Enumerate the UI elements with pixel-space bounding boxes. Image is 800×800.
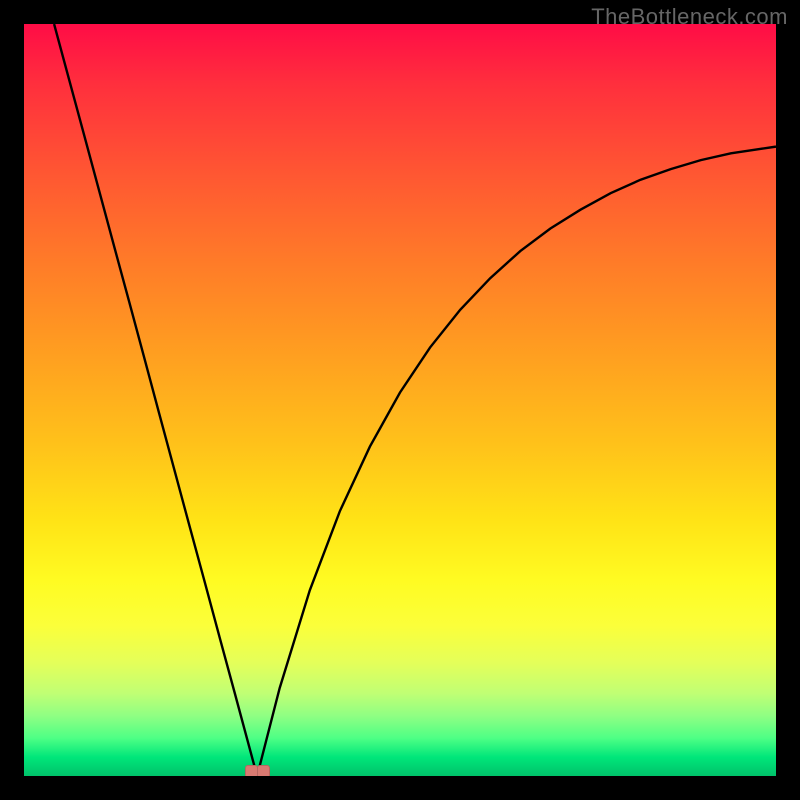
chart-frame: TheBottleneck.com [0,0,800,800]
watermark-text: TheBottleneck.com [591,4,788,30]
marker-b [257,765,270,776]
plot-area [24,24,776,776]
marker-a [245,765,258,776]
marker-layer [24,24,776,776]
